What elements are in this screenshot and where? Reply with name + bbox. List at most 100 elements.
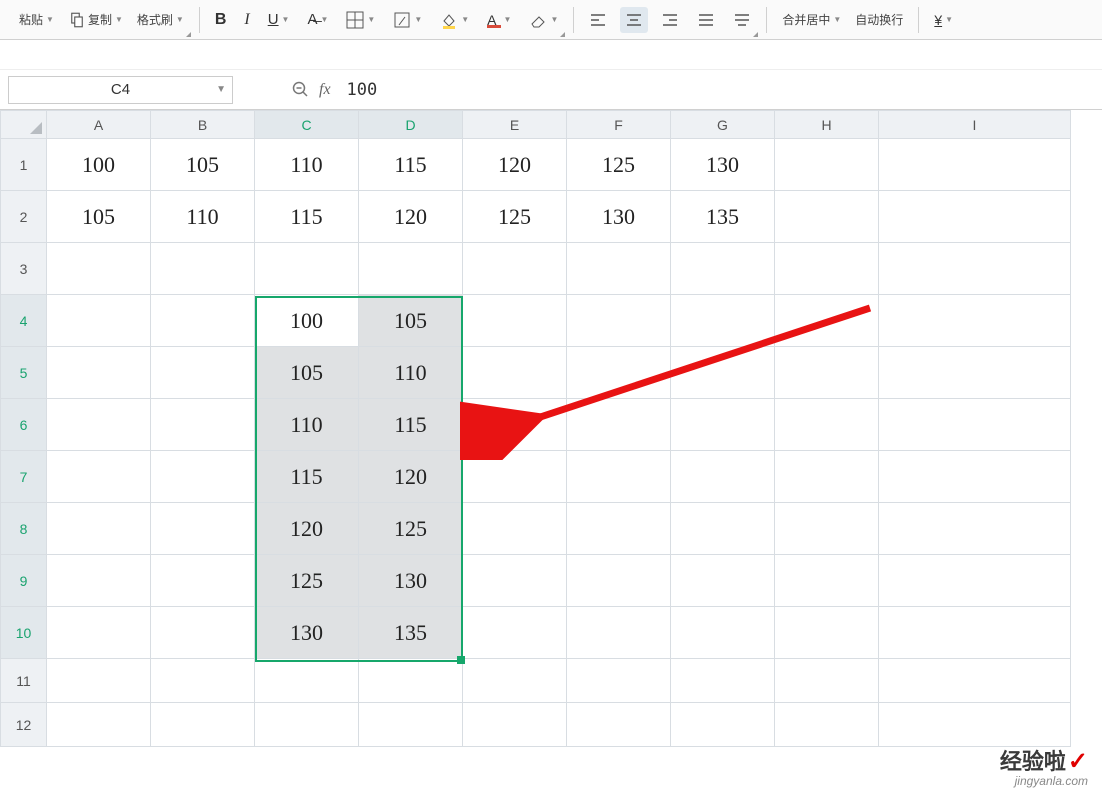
cell[interactable]: 135 <box>671 191 775 243</box>
cell[interactable] <box>151 399 255 451</box>
format-painter-button[interactable]: 格式刷 ▼ <box>132 7 189 33</box>
cell[interactable]: 115 <box>255 191 359 243</box>
cell[interactable]: 125 <box>255 555 359 607</box>
cell[interactable]: 115 <box>255 451 359 503</box>
row-header-2[interactable]: 2 <box>1 191 47 243</box>
cell[interactable]: 110 <box>151 191 255 243</box>
cell[interactable] <box>879 139 1071 191</box>
cell[interactable] <box>775 243 879 295</box>
clear-format-button[interactable]: ▼ <box>524 7 563 33</box>
cell[interactable] <box>47 503 151 555</box>
cell[interactable] <box>463 243 567 295</box>
cell[interactable] <box>775 503 879 555</box>
cell[interactable] <box>567 555 671 607</box>
row-header-11[interactable]: 11 <box>1 659 47 703</box>
cell[interactable] <box>775 295 879 347</box>
cell[interactable] <box>47 607 151 659</box>
align-left-button[interactable] <box>584 7 612 33</box>
cell[interactable] <box>151 243 255 295</box>
cell[interactable]: 115 <box>359 139 463 191</box>
cell[interactable]: 120 <box>255 503 359 555</box>
cell[interactable]: 130 <box>671 139 775 191</box>
cell[interactable] <box>47 295 151 347</box>
cell[interactable] <box>671 703 775 747</box>
cell[interactable] <box>775 347 879 399</box>
cell[interactable] <box>671 399 775 451</box>
cell[interactable] <box>879 503 1071 555</box>
cell[interactable] <box>463 451 567 503</box>
cell[interactable] <box>775 703 879 747</box>
cell[interactable] <box>47 399 151 451</box>
cell[interactable] <box>567 347 671 399</box>
cell[interactable] <box>879 399 1071 451</box>
cell[interactable]: 105 <box>359 295 463 347</box>
cell[interactable] <box>463 703 567 747</box>
col-header-I[interactable]: I <box>879 111 1071 139</box>
cell[interactable]: 110 <box>255 399 359 451</box>
cell-active[interactable]: 100 <box>255 295 359 347</box>
dialog-launcher-icon[interactable] <box>753 32 758 37</box>
cell[interactable] <box>151 607 255 659</box>
col-header-G[interactable]: G <box>671 111 775 139</box>
row-header-1[interactable]: 1 <box>1 139 47 191</box>
cell[interactable] <box>567 703 671 747</box>
cell[interactable] <box>151 451 255 503</box>
cell[interactable]: 120 <box>359 191 463 243</box>
bold-button[interactable]: B <box>210 7 232 33</box>
cell[interactable]: 130 <box>567 191 671 243</box>
cell[interactable] <box>567 503 671 555</box>
cell[interactable] <box>671 243 775 295</box>
cell[interactable] <box>671 295 775 347</box>
cell[interactable] <box>879 555 1071 607</box>
cell[interactable] <box>775 451 879 503</box>
row-header-7[interactable]: 7 <box>1 451 47 503</box>
cell[interactable]: 120 <box>463 139 567 191</box>
select-all-corner[interactable] <box>1 111 47 139</box>
cell[interactable] <box>463 347 567 399</box>
cell[interactable]: 110 <box>359 347 463 399</box>
cell[interactable] <box>671 607 775 659</box>
strikethrough-button[interactable]: A̶▼ <box>302 7 333 33</box>
col-header-D[interactable]: D <box>359 111 463 139</box>
cell[interactable] <box>775 607 879 659</box>
align-right-button[interactable] <box>656 7 684 33</box>
row-header-5[interactable]: 5 <box>1 347 47 399</box>
cell[interactable] <box>463 659 567 703</box>
cell[interactable] <box>463 399 567 451</box>
cell[interactable] <box>879 243 1071 295</box>
dialog-launcher-icon[interactable] <box>186 32 191 37</box>
cell[interactable]: 135 <box>359 607 463 659</box>
cell[interactable] <box>567 243 671 295</box>
cell[interactable] <box>463 555 567 607</box>
cell[interactable]: 125 <box>567 139 671 191</box>
cell[interactable]: 105 <box>47 191 151 243</box>
cell[interactable]: 105 <box>255 347 359 399</box>
col-header-B[interactable]: B <box>151 111 255 139</box>
cell[interactable] <box>879 451 1071 503</box>
row-header-10[interactable]: 10 <box>1 607 47 659</box>
align-center-button[interactable] <box>620 7 648 33</box>
cell[interactable]: 115 <box>359 399 463 451</box>
align-justify-button[interactable] <box>692 7 720 33</box>
cell[interactable] <box>671 555 775 607</box>
row-header-4[interactable]: 4 <box>1 295 47 347</box>
col-header-E[interactable]: E <box>463 111 567 139</box>
cell[interactable] <box>47 703 151 747</box>
cell[interactable] <box>463 607 567 659</box>
wrap-text-button[interactable]: 自动换行 <box>850 7 908 33</box>
fx-icon[interactable]: fx <box>319 81 331 99</box>
cell[interactable] <box>671 659 775 703</box>
cell[interactable] <box>567 659 671 703</box>
cell[interactable]: 110 <box>255 139 359 191</box>
row-header-8[interactable]: 8 <box>1 503 47 555</box>
cell[interactable] <box>255 703 359 747</box>
cell[interactable] <box>775 191 879 243</box>
cell[interactable] <box>47 347 151 399</box>
cell[interactable] <box>879 659 1071 703</box>
cell[interactable] <box>775 399 879 451</box>
cell[interactable] <box>47 555 151 607</box>
cell[interactable] <box>671 347 775 399</box>
cell[interactable] <box>775 139 879 191</box>
underline-button[interactable]: U▼ <box>263 7 295 33</box>
cell[interactable]: 105 <box>151 139 255 191</box>
